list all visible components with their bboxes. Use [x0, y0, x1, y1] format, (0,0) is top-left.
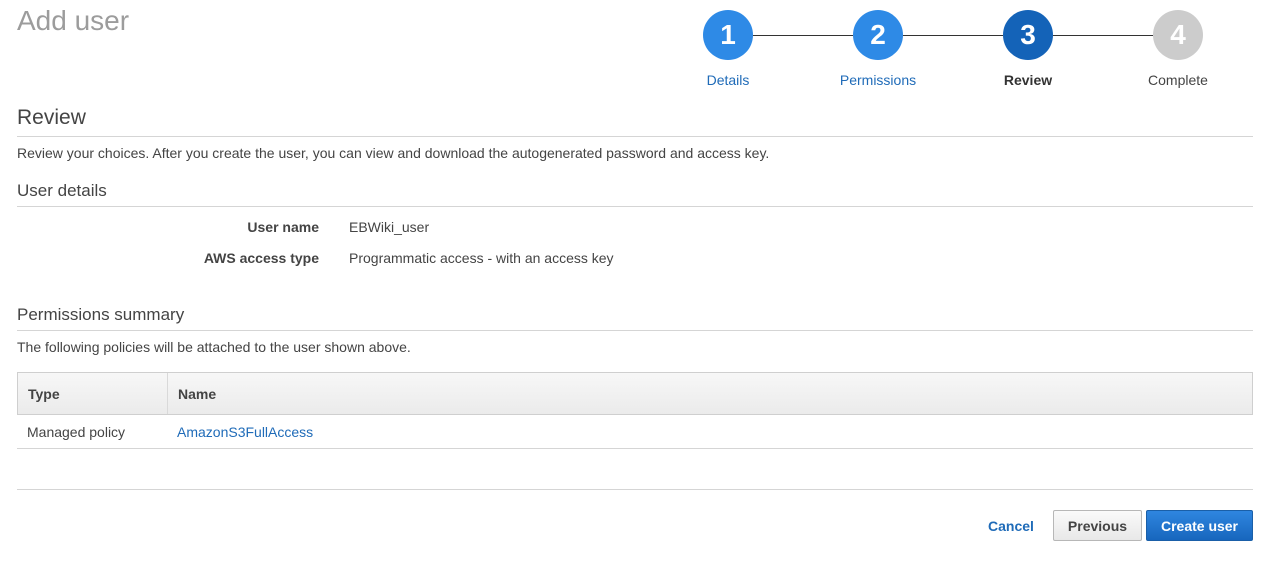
step-2-label[interactable]: Permissions — [808, 72, 948, 88]
user-name-value: EBWiki_user — [349, 219, 430, 235]
policy-name-link[interactable]: AmazonS3FullAccess — [167, 415, 1253, 448]
user-details-heading: User details — [17, 181, 107, 200]
wizard-stepper: 1 2 3 4 Details Permissions Review Compl… — [0, 0, 1268, 100]
review-heading: Review — [17, 106, 86, 129]
step-connector — [753, 35, 853, 36]
step-4-circle: 4 — [1153, 10, 1203, 60]
step-4-label: Complete — [1148, 72, 1208, 88]
permissions-summary-heading: Permissions summary — [17, 305, 185, 324]
user-name-label: User name — [247, 219, 319, 235]
permissions-table: Type Name Managed policy AmazonS3FullAcc… — [17, 372, 1253, 449]
table-row: Managed policy AmazonS3FullAccess — [17, 415, 1253, 449]
step-1-label[interactable]: Details — [658, 72, 798, 88]
divider — [17, 330, 1253, 331]
permissions-description: The following policies will be attached … — [17, 339, 411, 355]
footer-divider — [17, 489, 1253, 490]
step-1-circle[interactable]: 1 — [703, 10, 753, 60]
create-user-button[interactable]: Create user — [1146, 510, 1253, 541]
access-type-value: Programmatic access - with an access key — [349, 250, 614, 266]
divider — [17, 206, 1253, 207]
divider — [17, 136, 1253, 137]
column-header-type[interactable]: Type — [18, 373, 168, 414]
add-user-page: Add user 1 2 3 4 Details Permissions Rev… — [0, 0, 1268, 569]
table-header: Type Name — [17, 372, 1253, 415]
step-2-circle[interactable]: 2 — [853, 10, 903, 60]
step-3-label: Review — [1003, 72, 1053, 88]
column-header-name[interactable]: Name — [168, 373, 1252, 414]
step-connector — [1053, 35, 1153, 36]
step-3-circle: 3 — [1003, 10, 1053, 60]
policy-type-cell: Managed policy — [27, 423, 126, 440]
access-type-label: AWS access type — [203, 250, 319, 266]
previous-button[interactable]: Previous — [1053, 510, 1142, 541]
step-connector — [903, 35, 1003, 36]
cancel-button[interactable]: Cancel — [979, 511, 1043, 541]
review-description: Review your choices. After you create th… — [17, 145, 770, 161]
